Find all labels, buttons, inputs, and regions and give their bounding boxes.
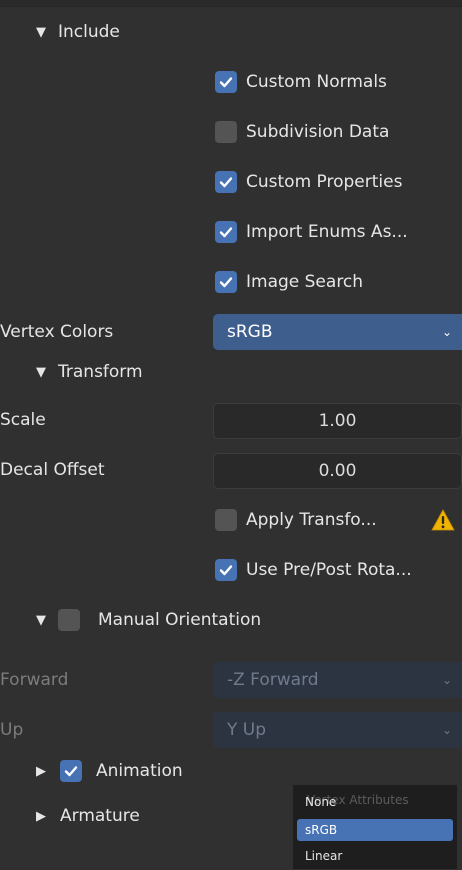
scale-field[interactable]: 1.00	[213, 403, 462, 439]
checkbox-checked-icon	[215, 271, 237, 293]
collapse-triangle-icon: ▼	[36, 364, 46, 380]
subdivision-data-checkbox[interactable]: Subdivision Data	[215, 121, 389, 143]
up-label: Up	[0, 720, 24, 740]
scale-value: 1.00	[318, 411, 357, 431]
checkbox-checked-icon	[215, 71, 237, 93]
collapse-triangle-icon: ▼	[36, 24, 46, 40]
manual-orientation-title: Manual Orientation	[98, 610, 262, 630]
checkbox-label: Subdivision Data	[246, 122, 390, 142]
animation-checkbox[interactable]	[60, 760, 82, 782]
vertex-colors-value: sRGB	[227, 322, 273, 342]
expand-triangle-icon: ▶	[36, 808, 46, 824]
menu-item-srgb[interactable]: sRGB	[297, 819, 453, 841]
menu-item-label: Linear	[305, 849, 343, 863]
armature-panel-title: Armature	[60, 806, 140, 826]
menu-item-label: sRGB	[305, 823, 338, 837]
custom-normals-checkbox[interactable]: Custom Normals	[215, 71, 387, 93]
scale-label: Scale	[0, 410, 46, 430]
decal-offset-label: Decal Offset	[0, 460, 105, 480]
chevron-down-icon: ⌄	[441, 673, 452, 687]
chevron-down-icon: ⌄	[441, 325, 452, 339]
checkbox-label: Image Search	[246, 272, 364, 292]
menu-item-none[interactable]: None	[297, 791, 453, 813]
image-search-checkbox[interactable]: Image Search	[215, 271, 363, 293]
forward-select[interactable]: -Z Forward ⌄	[213, 662, 462, 698]
decal-offset-value: 0.00	[318, 461, 357, 481]
checkbox-checked-icon	[215, 171, 237, 193]
transform-panel-header[interactable]: ▼ Transform	[36, 362, 143, 382]
chevron-down-icon: ⌄	[441, 723, 452, 737]
manual-orientation-header[interactable]: ▼ Manual Orientation	[36, 609, 261, 631]
checkbox-unchecked-icon	[215, 509, 237, 531]
checkbox-checked-icon	[215, 221, 237, 243]
checkbox-checked-icon	[215, 559, 237, 581]
checkbox-label: Apply Transfo...	[246, 510, 377, 530]
checkbox-label: Custom Properties	[246, 172, 403, 192]
manual-orientation-checkbox[interactable]	[58, 609, 80, 631]
checkbox-label: Import Enums As...	[246, 222, 408, 242]
transform-panel-title: Transform	[58, 362, 143, 382]
vertex-colors-select[interactable]: sRGB ⌄	[213, 314, 462, 350]
custom-properties-checkbox[interactable]: Custom Properties	[215, 171, 402, 193]
armature-panel-header[interactable]: ▶ Armature	[36, 806, 140, 826]
forward-label: Forward	[0, 670, 69, 690]
apply-transform-checkbox[interactable]: Apply Transfo...	[215, 509, 377, 531]
use-pre-post-rotation-checkbox[interactable]: Use Pre/Post Rota...	[215, 559, 412, 581]
import-enums-checkbox[interactable]: Import Enums As...	[215, 221, 408, 243]
animation-panel-title: Animation	[96, 761, 183, 781]
include-panel-header[interactable]: ▼ Include	[36, 22, 120, 42]
collapse-triangle-icon: ▼	[36, 612, 46, 628]
warning-icon	[431, 508, 455, 532]
menu-item-label: None	[305, 795, 337, 809]
up-value: Y Up	[227, 720, 267, 740]
checkbox-unchecked-icon	[215, 121, 237, 143]
vertex-colors-label: Vertex Colors	[0, 322, 114, 342]
checkbox-label: Custom Normals	[246, 72, 387, 92]
decal-offset-field[interactable]: 0.00	[213, 453, 462, 489]
include-panel-title: Include	[58, 22, 120, 42]
checkbox-label: Use Pre/Post Rota...	[246, 560, 412, 580]
up-select[interactable]: Y Up ⌄	[213, 712, 462, 748]
forward-value: -Z Forward	[227, 670, 319, 690]
vertex-colors-dropdown-menu: Vertex Attributes None sRGB Linear	[292, 784, 458, 870]
expand-triangle-icon: ▶	[36, 763, 46, 779]
menu-item-linear[interactable]: Linear	[297, 845, 453, 867]
animation-panel-header[interactable]: ▶ Animation	[36, 760, 183, 782]
panel-top-edge	[0, 0, 462, 7]
